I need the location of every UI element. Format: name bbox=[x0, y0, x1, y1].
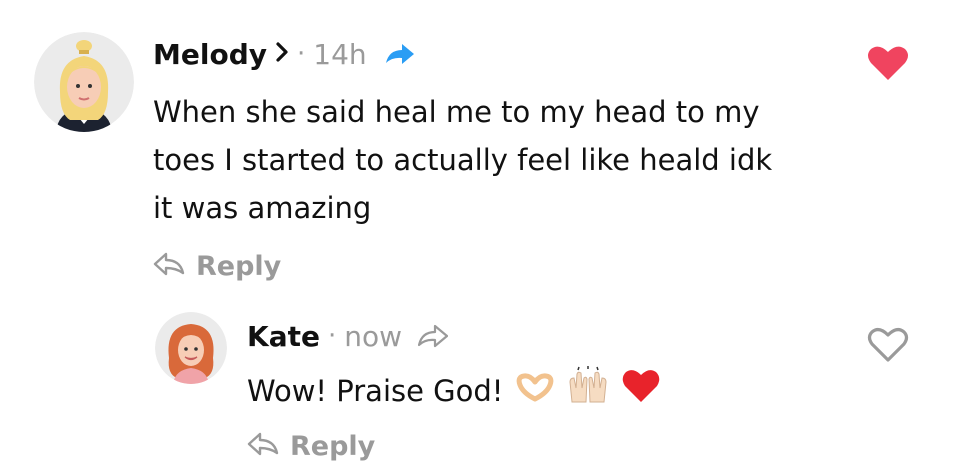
author-name[interactable]: Melody bbox=[153, 38, 267, 71]
like-heart-filled-icon[interactable] bbox=[866, 44, 910, 86]
comment-header: Melody · 14h bbox=[153, 32, 415, 76]
separator-dot: · bbox=[327, 321, 337, 351]
comment-text-line: When she said heal me to my head to my bbox=[153, 95, 760, 129]
reply-label: Reply bbox=[290, 430, 376, 462]
timestamp: 14h bbox=[313, 37, 367, 71]
timestamp: now bbox=[344, 319, 403, 353]
raised-hands-emoji bbox=[566, 366, 610, 420]
like-heart-outline-icon[interactable] bbox=[866, 326, 910, 368]
comment-text: Wow! Praise God! bbox=[247, 366, 661, 420]
comment-text: When she said heal me to my head to my t… bbox=[153, 88, 772, 232]
comment-text-line: toes I started to actually feel like hea… bbox=[153, 143, 773, 177]
reply-button[interactable]: Reply bbox=[246, 428, 375, 464]
separator-dot: · bbox=[296, 39, 306, 69]
comment-text-line: Wow! Praise God! bbox=[247, 374, 504, 408]
comment-text-line: it was amazing bbox=[153, 191, 372, 225]
heart-hands-emoji bbox=[515, 369, 555, 417]
reply-arrow-icon bbox=[246, 431, 280, 461]
reply-label: Reply bbox=[196, 250, 282, 282]
reply-arrow-icon bbox=[152, 251, 186, 281]
avatar[interactable] bbox=[34, 32, 134, 132]
chevron-right-icon[interactable] bbox=[275, 41, 289, 67]
author-name[interactable]: Kate bbox=[247, 320, 320, 353]
share-arrow-icon[interactable] bbox=[418, 324, 449, 348]
avatar[interactable] bbox=[155, 312, 227, 384]
share-arrow-icon[interactable] bbox=[385, 42, 415, 66]
comment-header: Kate · now bbox=[247, 314, 449, 358]
reply-button[interactable]: Reply bbox=[152, 248, 281, 284]
red-heart-emoji bbox=[621, 368, 661, 418]
